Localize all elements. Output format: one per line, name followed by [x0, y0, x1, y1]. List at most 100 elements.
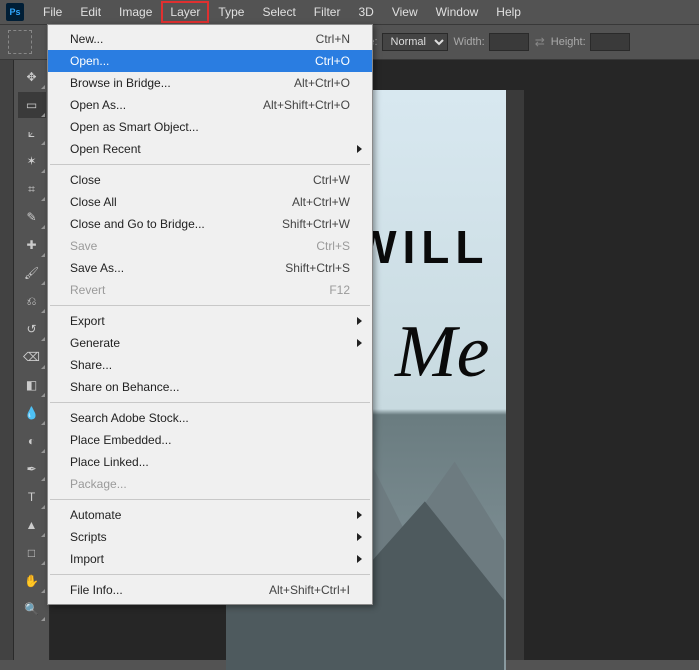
- type-tool-icon: T: [28, 490, 35, 504]
- width-input[interactable]: [489, 33, 529, 51]
- menu-item-label: Revert: [70, 283, 329, 297]
- pen-tool-icon: ✒: [26, 462, 36, 476]
- menu-item-label: Scripts: [70, 530, 350, 544]
- clone-stamp-tool[interactable]: ⎌: [18, 288, 46, 314]
- menu-item-generate[interactable]: Generate: [48, 332, 372, 354]
- rectangle-tool[interactable]: □: [18, 540, 46, 566]
- path-select-tool[interactable]: ▲: [18, 512, 46, 538]
- menu-item-shortcut: Shift+Ctrl+S: [285, 261, 350, 275]
- pen-tool[interactable]: ✒: [18, 456, 46, 482]
- marquee-tool-icon: ▭: [26, 98, 37, 112]
- vertical-scrollbar[interactable]: [506, 90, 524, 660]
- app-logo-icon: Ps: [6, 3, 24, 21]
- zoom-tool[interactable]: 🔍: [18, 596, 46, 622]
- menu-item-save-as[interactable]: Save As...Shift+Ctrl+S: [48, 257, 372, 279]
- menu-item-close[interactable]: CloseCtrl+W: [48, 169, 372, 191]
- menu-item-search-adobe-stock[interactable]: Search Adobe Stock...: [48, 407, 372, 429]
- menu-item-label: Share on Behance...: [70, 380, 350, 394]
- gradient-tool-icon: ◧: [26, 378, 37, 392]
- dodge-tool[interactable]: ◐: [18, 428, 46, 454]
- eraser-tool[interactable]: ⌫: [18, 344, 46, 370]
- active-tool-icon[interactable]: [8, 30, 32, 54]
- lasso-tool[interactable]: ⟀: [18, 120, 46, 146]
- menu-item-open-as[interactable]: Open As...Alt+Shift+Ctrl+O: [48, 94, 372, 116]
- spot-heal-tool[interactable]: ✚: [18, 232, 46, 258]
- menu-item-label: Browse in Bridge...: [70, 76, 294, 90]
- menu-item-automate[interactable]: Automate: [48, 504, 372, 526]
- menu-item-shortcut: Alt+Ctrl+O: [294, 76, 350, 90]
- menu-item-shortcut: F12: [329, 283, 350, 297]
- menu-select[interactable]: Select: [253, 1, 304, 23]
- height-input[interactable]: [590, 33, 630, 51]
- menu-item-label: Open...: [70, 54, 315, 68]
- menu-item-file-info[interactable]: File Info...Alt+Shift+Ctrl+I: [48, 579, 372, 601]
- menu-item-label: Open As...: [70, 98, 263, 112]
- history-brush-tool-icon: ↺: [26, 322, 36, 336]
- eyedropper-tool[interactable]: ✎: [18, 204, 46, 230]
- menu-item-label: Place Embedded...: [70, 433, 350, 447]
- menu-item-save: SaveCtrl+S: [48, 235, 372, 257]
- hand-tool-icon: ✋: [24, 574, 39, 588]
- crop-tool[interactable]: ⌗: [18, 176, 46, 202]
- lasso-tool-icon: ⟀: [28, 126, 35, 141]
- eraser-tool-icon: ⌫: [23, 350, 40, 364]
- swap-icon[interactable]: ⇄: [535, 35, 545, 49]
- menu-type[interactable]: Type: [209, 1, 253, 23]
- marquee-tool[interactable]: ▭: [18, 92, 46, 118]
- menu-separator: [50, 402, 370, 403]
- menu-item-package: Package...: [48, 473, 372, 495]
- blur-tool[interactable]: 💧: [18, 400, 46, 426]
- tools-panel: ✥ ▭ ⟀ ✶⌗✎✚🖌⎌ ↺ ⌫ ◧ 💧◐ ✒ T ▲ □ ✋ 🔍: [14, 60, 50, 660]
- menu-item-shortcut: Alt+Ctrl+W: [292, 195, 350, 209]
- menu-item-export[interactable]: Export: [48, 310, 372, 332]
- menu-item-label: Save As...: [70, 261, 285, 275]
- magic-wand-tool[interactable]: ✶: [18, 148, 46, 174]
- menu-item-label: Close All: [70, 195, 292, 209]
- menu-item-share[interactable]: Share...: [48, 354, 372, 376]
- submenu-arrow-icon: [357, 555, 362, 563]
- menu-item-shortcut: Ctrl+S: [316, 239, 350, 253]
- zoom-tool-icon: 🔍: [24, 602, 39, 616]
- style-select[interactable]: Normal: [382, 33, 448, 51]
- menu-3d[interactable]: 3D: [349, 1, 382, 23]
- menu-item-place-embedded[interactable]: Place Embedded...: [48, 429, 372, 451]
- brush-tool[interactable]: 🖌: [18, 260, 46, 286]
- menu-item-shortcut: Alt+Shift+Ctrl+I: [269, 583, 350, 597]
- menu-item-place-linked[interactable]: Place Linked...: [48, 451, 372, 473]
- menu-item-label: Package...: [70, 477, 350, 491]
- type-tool[interactable]: T: [18, 484, 46, 510]
- path-select-tool-icon: ▲: [26, 518, 38, 532]
- menu-item-open-recent[interactable]: Open Recent: [48, 138, 372, 160]
- menu-separator: [50, 499, 370, 500]
- menu-item-label: Search Adobe Stock...: [70, 411, 350, 425]
- menu-item-label: Place Linked...: [70, 455, 350, 469]
- menu-item-label: Export: [70, 314, 350, 328]
- menu-item-share-on-behance[interactable]: Share on Behance...: [48, 376, 372, 398]
- submenu-arrow-icon: [357, 533, 362, 541]
- history-brush-tool[interactable]: ↺: [18, 316, 46, 342]
- move-tool[interactable]: ✥: [18, 64, 46, 90]
- menu-layer[interactable]: Layer: [161, 1, 209, 23]
- menu-item-new[interactable]: New...Ctrl+N: [48, 28, 372, 50]
- menu-edit[interactable]: Edit: [71, 1, 110, 23]
- menu-help[interactable]: Help: [487, 1, 530, 23]
- menu-separator: [50, 164, 370, 165]
- menu-window[interactable]: Window: [427, 1, 488, 23]
- menu-item-close-and-go-to-bridge[interactable]: Close and Go to Bridge...Shift+Ctrl+W: [48, 213, 372, 235]
- menu-item-import[interactable]: Import: [48, 548, 372, 570]
- menu-image[interactable]: Image: [110, 1, 161, 23]
- menu-filter[interactable]: Filter: [305, 1, 350, 23]
- menu-item-scripts[interactable]: Scripts: [48, 526, 372, 548]
- gradient-tool[interactable]: ◧: [18, 372, 46, 398]
- submenu-arrow-icon: [357, 317, 362, 325]
- menu-item-open[interactable]: Open...Ctrl+O: [48, 50, 372, 72]
- menu-file[interactable]: File: [34, 1, 71, 23]
- hand-tool[interactable]: ✋: [18, 568, 46, 594]
- menu-view[interactable]: View: [383, 1, 427, 23]
- menu-item-browse-in-bridge[interactable]: Browse in Bridge...Alt+Ctrl+O: [48, 72, 372, 94]
- menu-item-open-as-smart-object[interactable]: Open as Smart Object...: [48, 116, 372, 138]
- menu-item-close-all[interactable]: Close AllAlt+Ctrl+W: [48, 191, 372, 213]
- menu-item-label: Open Recent: [70, 142, 350, 156]
- menu-item-label: File Info...: [70, 583, 269, 597]
- menu-item-shortcut: Shift+Ctrl+W: [282, 217, 350, 231]
